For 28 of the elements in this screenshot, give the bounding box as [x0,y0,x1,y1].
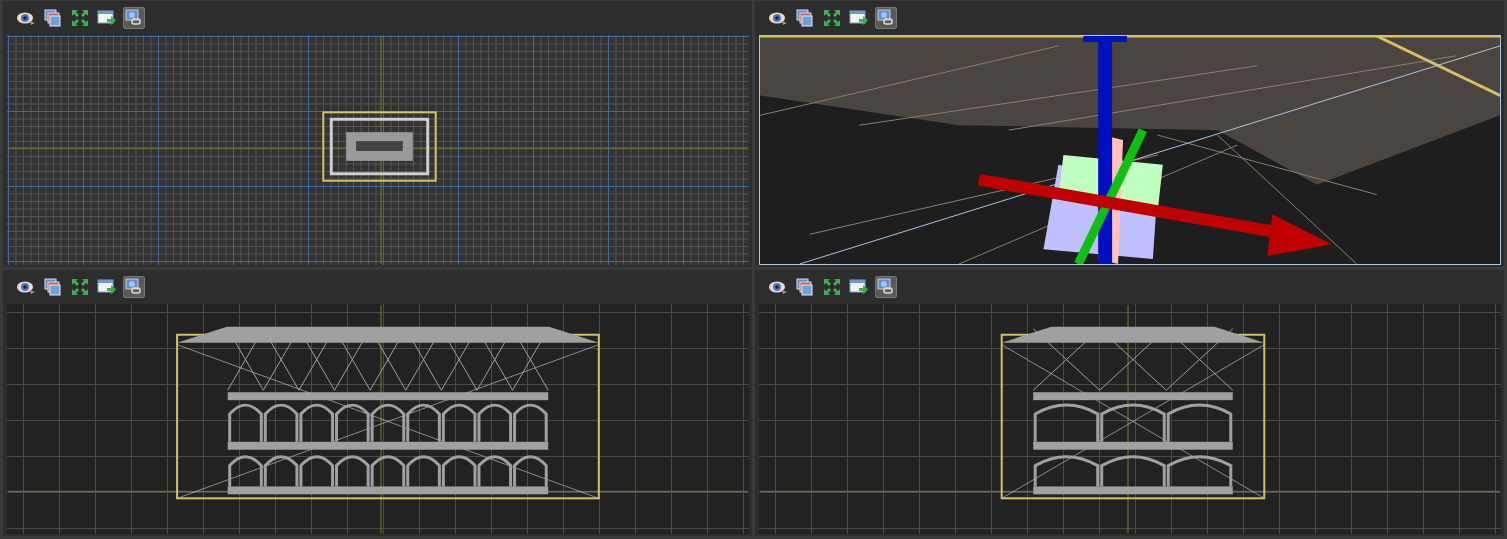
link-toolbar-button[interactable] [875,7,897,29]
expand-toolbar-button[interactable] [69,7,91,29]
expand-icon [823,9,841,27]
layers-toolbar-button[interactable] [42,276,64,298]
expand-toolbar-button[interactable] [821,276,843,298]
expand-icon [71,278,89,296]
eye-icon [16,279,36,295]
expand-icon [823,278,841,296]
windows-icon [796,278,814,296]
link-icon [877,9,895,27]
eye-icon [768,279,788,295]
layers-toolbar-button[interactable] [42,7,64,29]
layers-toolbar-button[interactable] [794,7,816,29]
link-icon [877,278,895,296]
expand-icon [71,9,89,27]
windows-icon [44,9,62,27]
link-icon [125,9,143,27]
expand-toolbar-button[interactable] [69,276,91,298]
expand-toolbar-button[interactable] [821,7,843,29]
link-toolbar-button[interactable] [123,276,145,298]
windows-icon [796,9,814,27]
layers-toolbar-button[interactable] [794,276,816,298]
eye-icon [16,10,36,26]
windows-icon [44,278,62,296]
link-toolbar-button[interactable] [875,276,897,298]
eye-icon [768,10,788,26]
link-icon [125,278,143,296]
link-toolbar-button[interactable] [123,7,145,29]
